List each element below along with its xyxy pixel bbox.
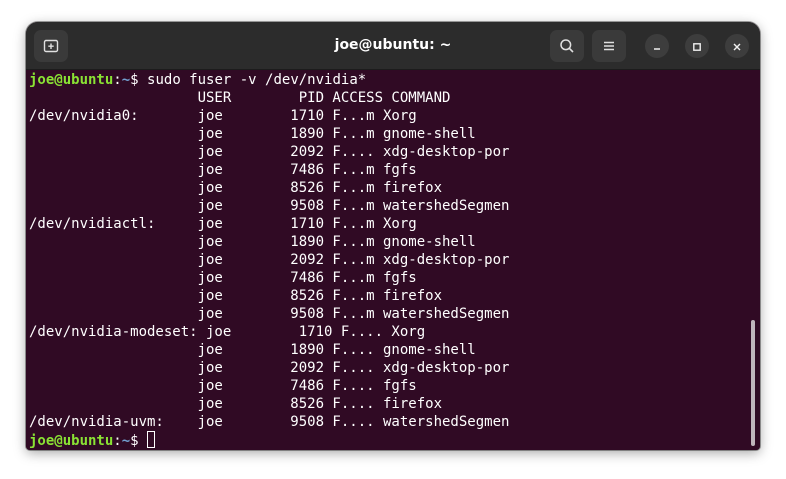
- prompt-user-host: joe@ubuntu: [29, 72, 114, 88]
- output-line: joe 8526 F.... firefox: [29, 396, 443, 412]
- output-line: joe 1890 F...m gnome-shell: [29, 126, 476, 142]
- terminal-output-area[interactable]: joe@ubuntu:~$ sudo fuser -v /dev/nvidia*…: [26, 70, 760, 450]
- prompt-user-host: joe@ubuntu: [29, 433, 114, 449]
- final-prompt-line: joe@ubuntu:~$: [29, 431, 509, 449]
- output-line: joe 7486 F...m fgfs: [29, 162, 417, 178]
- terminal-lines: joe@ubuntu:~$ sudo fuser -v /dev/nvidia*…: [29, 71, 509, 449]
- close-icon: [732, 37, 742, 56]
- command-line: joe@ubuntu:~$ sudo fuser -v /dev/nvidia*: [29, 71, 509, 89]
- terminal-window: joe@ubuntu: ~ joe@ubuntu:~$ sudo fuser -…: [26, 22, 760, 450]
- search-button[interactable]: [550, 30, 584, 62]
- output-line: joe 1890 F.... gnome-shell: [29, 342, 476, 358]
- output-line: joe 7486 F...m fgfs: [29, 270, 417, 286]
- command-text: sudo fuser -v /dev/nvidia*: [147, 72, 367, 88]
- search-icon: [559, 38, 575, 54]
- output-line: /dev/nvidia0: joe 1710 F...m Xorg: [29, 108, 417, 124]
- output-line: /dev/nvidiactl: joe 1710 F...m Xorg: [29, 216, 417, 232]
- prompt-dollar: $: [130, 72, 148, 88]
- prompt-dollar: $: [130, 433, 148, 449]
- menu-button[interactable]: [592, 30, 626, 62]
- minimize-button[interactable]: [645, 34, 669, 58]
- text-cursor: [147, 431, 156, 448]
- vertical-scrollbar[interactable]: [751, 320, 755, 446]
- output-line: joe 9508 F...m watershedSegmen: [29, 306, 510, 322]
- maximize-icon: [692, 37, 702, 56]
- output-line: joe 7486 F.... fgfs: [29, 378, 417, 394]
- output-line: joe 2092 F.... xdg-desktop-por: [29, 144, 510, 160]
- output-line: /dev/nvidia-modeset: joe 1710 F.... Xorg: [29, 324, 426, 340]
- title-bar[interactable]: joe@ubuntu: ~: [26, 22, 760, 70]
- output-line: joe 9508 F...m watershedSegmen: [29, 198, 510, 214]
- output-line: joe 2092 F...m xdg-desktop-por: [29, 252, 510, 268]
- minimize-icon: [652, 37, 662, 56]
- output-line: joe 8526 F...m firefox: [29, 180, 443, 196]
- output-line: joe 2092 F.... xdg-desktop-por: [29, 360, 510, 376]
- close-button[interactable]: [725, 34, 749, 58]
- output-line: /dev/nvidia-uvm: joe 9508 F.... watershe…: [29, 414, 510, 430]
- maximize-button[interactable]: [685, 34, 709, 58]
- prompt-separator: :: [113, 433, 122, 449]
- hamburger-menu-icon: [601, 38, 617, 54]
- prompt-separator: :: [113, 72, 122, 88]
- prompt-path: ~: [121, 72, 131, 88]
- output-header: USER PID ACCESS COMMAND: [29, 90, 451, 106]
- output-line: joe 1890 F...m gnome-shell: [29, 234, 476, 250]
- output-line: joe 8526 F...m firefox: [29, 288, 443, 304]
- prompt-path: ~: [121, 433, 131, 449]
